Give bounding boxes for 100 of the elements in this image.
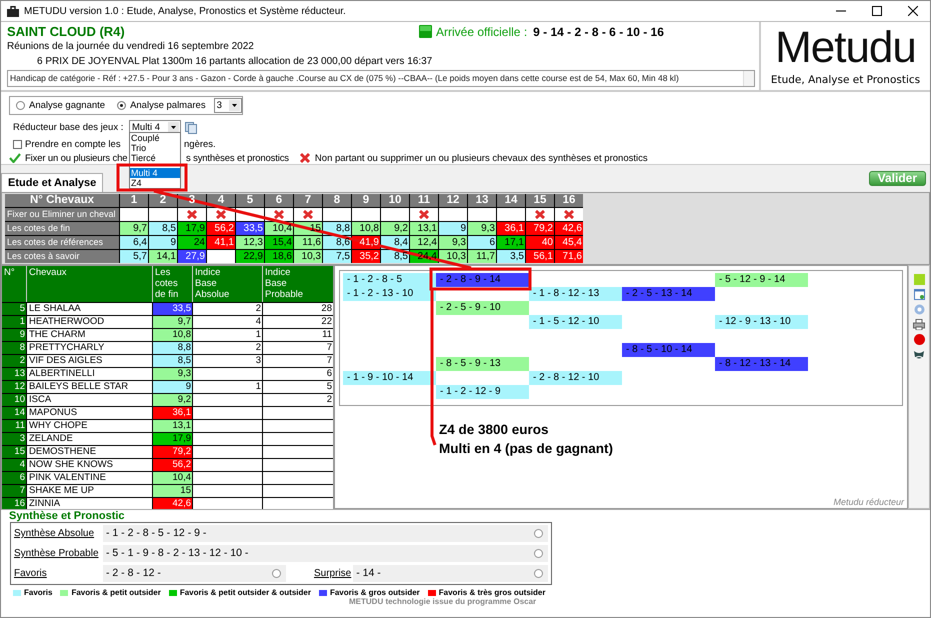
close-icon[interactable] [908, 6, 918, 16]
mask-icon[interactable] [913, 349, 925, 360]
print-icon[interactable] [913, 319, 925, 330]
checkbox[interactable] [13, 140, 22, 149]
fix-cell[interactable] [381, 208, 409, 221]
dropdown-option[interactable]: Z4 [130, 178, 180, 188]
panel-caption: Metudu réducteur [833, 497, 904, 507]
annotation-text: Z4 de 3800 euros [439, 422, 550, 437]
number-cell: 6 [2, 472, 26, 484]
synthesis-field[interactable]: - 1 - 2 - 8 - 5 - 12 - 9 - [103, 525, 548, 542]
odds-cell: 71,6 [555, 250, 583, 263]
legend-label: Favoris & petit outsider [71, 588, 161, 597]
fix-cell[interactable] [352, 208, 380, 221]
number-cell: 5 [2, 303, 26, 315]
fix-cell[interactable] [149, 208, 177, 221]
odds-cell: 10,3 [294, 250, 322, 263]
footer-text: METUDU technologie issue du programme Oscar [349, 597, 536, 606]
fix-cell[interactable] [497, 208, 525, 221]
odds-cell: 56,2 [207, 222, 235, 235]
legend-label: Favoris & très gros outsider [438, 588, 546, 597]
hint-text: Non partant ou supprimer un ou plusieurs chevaux des synthèses et pronostics [314, 152, 648, 164]
dropdown-option[interactable]: Tiercé [130, 153, 180, 163]
hint-text: s synthèses et pronostics [186, 152, 289, 164]
tab[interactable]: Etude et Analyse [1, 173, 104, 192]
fix-cell[interactable] [120, 208, 148, 221]
synthesis-field[interactable]: - 14 - [353, 565, 548, 582]
number-cell: 9 [2, 329, 26, 341]
column-header: Indice Base Probable [263, 266, 333, 302]
odds-cell: 6,4 [120, 236, 148, 249]
fix-cell[interactable] [265, 208, 293, 221]
number-cell: 3 [2, 433, 26, 445]
legend-label: Favoris [24, 588, 52, 597]
cross-icon [298, 152, 311, 164]
caret-icon [168, 122, 179, 133]
number-cell: 10 [2, 394, 26, 406]
odds-cell: 79,2 [153, 446, 192, 458]
dropdown-option[interactable]: Couplé [130, 133, 180, 143]
odds-cell: 15 [153, 485, 192, 497]
combination-cell: - 8 - 5 - 10 - 14 [622, 343, 715, 357]
number-cell: 11 [2, 420, 26, 432]
logo-tagline: Etude, Analyse et Pronostics [770, 74, 920, 86]
fix-cell[interactable] [555, 208, 583, 221]
synthesis-field[interactable]: - 5 - 1 - 9 - 8 - 2 - 13 - 12 - 10 - [103, 545, 548, 562]
fix-cell[interactable] [294, 208, 322, 221]
number-cell: 14 [2, 407, 26, 419]
fix-cell[interactable] [178, 208, 206, 221]
combination-cell: - 5 - 12 - 9 - 14 [715, 273, 808, 287]
combination-cell: - 1 - 5 - 12 - 10 [529, 315, 622, 329]
column-header: 6 [265, 194, 293, 207]
column-header: 11 [410, 194, 438, 207]
combination-cell: - 1 - 8 - 12 - 13 [529, 287, 622, 301]
odds-cell: 9,2 [381, 222, 409, 235]
odds-cell: 8,5 [381, 250, 409, 263]
column-header: 2 [149, 194, 177, 207]
column-header: 5 [236, 194, 264, 207]
synthesis-label: Synthèse Probable [14, 548, 100, 559]
dropdown-option[interactable]: Multi 4 [130, 168, 180, 178]
fix-cell[interactable] [439, 208, 467, 221]
count-select[interactable]: 3 [214, 98, 242, 113]
conditions-field[interactable]: Handicap de catégorie - Réf : +27.5 - Pour 3 ans - Gazon - Corde à gauche .Course au CX de (075 %) --CBAA-- (Le poids moyen dans cette course est de 54, Max 60, Min 48 kl) [7, 70, 755, 87]
caret-icon [229, 100, 240, 111]
odds-cell: 8,8 [153, 342, 192, 354]
column-header: 12 [439, 194, 467, 207]
synthesis-field[interactable]: - 2 - 8 - 12 - [103, 565, 286, 582]
odds-cell: 9 [149, 236, 177, 249]
cross-icon [186, 209, 198, 220]
odds-cell: 3,5 [497, 250, 525, 263]
analysis-radio[interactable]: Analyse palmares [117, 100, 206, 111]
column-header: 1 [120, 194, 148, 207]
odds-cell: 8,8 [323, 222, 351, 235]
odds-cell: 79,2 [526, 222, 554, 235]
fix-cell[interactable] [207, 208, 235, 221]
help-icon[interactable] [914, 304, 924, 315]
odds-cell: 36,1 [153, 407, 192, 419]
odds-cell: 33,5 [236, 222, 264, 235]
odds-cell: 35,2 [352, 250, 380, 263]
odds-cell: 18,6 [265, 250, 293, 263]
odds-cell: 56,2 [153, 459, 192, 471]
maximize-icon[interactable] [872, 6, 882, 16]
odds-cell: 10,4 [265, 222, 293, 235]
row-label: Les cotes de références [5, 236, 119, 249]
dropdown-option[interactable]: Trio [130, 143, 180, 153]
fix-cell[interactable] [410, 208, 438, 221]
column-header: 9 [352, 194, 380, 207]
odds-cell: 10,3 [439, 250, 467, 263]
odds-cell: 10,8 [352, 222, 380, 235]
copy-icon[interactable] [185, 122, 197, 134]
checkbox-label: ngères. [184, 139, 216, 150]
fix-cell[interactable] [468, 208, 496, 221]
stop-icon[interactable] [914, 334, 924, 345]
column-header: 13 [468, 194, 496, 207]
fix-cell[interactable] [526, 208, 554, 221]
window-icon[interactable] [914, 289, 924, 300]
odds-cell: 9,2 [153, 394, 192, 406]
window-title: METUDU version 1.0 : Etude, Analyse, Pronostics et Système réducteur. [24, 6, 346, 16]
number-cell: 7 [2, 485, 26, 497]
analysis-radio[interactable]: Analyse gagnante [16, 100, 106, 111]
odds-cell: 9,7 [153, 316, 192, 328]
odds-cell: 11,6 [294, 236, 322, 249]
fix-cell[interactable] [323, 208, 351, 221]
